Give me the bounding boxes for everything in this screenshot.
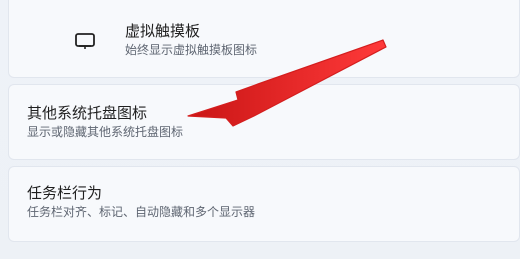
other-tray-icons-card[interactable]: 其他系统托盘图标 显示或隐藏其他系统托盘图标 (8, 84, 520, 160)
taskbar-behavior-title: 任务栏行为 (27, 184, 103, 202)
touchpad-title: 虚拟触摸板 (125, 22, 201, 40)
other-tray-icons-title: 其他系统托盘图标 (27, 104, 148, 122)
taskbar-behavior-text: 任务栏行为 任务栏对齐、标记、自动隐藏和多个显示器 (27, 183, 255, 221)
taskbar-settings-screen: 虚拟触摸板 始终显示虚拟触摸板图标 其他系统托盘图标 显示或隐藏其他系统托盘图标… (0, 0, 520, 259)
touchpad-setting-row[interactable]: 虚拟触摸板 始终显示虚拟触摸板图标 (73, 21, 257, 59)
touchpad-setting-card[interactable]: 虚拟触摸板 始终显示虚拟触摸板图标 (8, 0, 520, 78)
taskbar-behavior-card[interactable]: 任务栏行为 任务栏对齐、标记、自动隐藏和多个显示器 (8, 166, 520, 242)
touchpad-description: 始终显示虚拟触摸板图标 (125, 43, 258, 57)
touchpad-icon (73, 29, 97, 53)
other-tray-icons-description: 显示或隐藏其他系统托盘图标 (27, 125, 184, 139)
taskbar-behavior-description: 任务栏对齐、标记、自动隐藏和多个显示器 (27, 205, 256, 219)
other-tray-icons-text: 其他系统托盘图标 显示或隐藏其他系统托盘图标 (27, 103, 183, 141)
